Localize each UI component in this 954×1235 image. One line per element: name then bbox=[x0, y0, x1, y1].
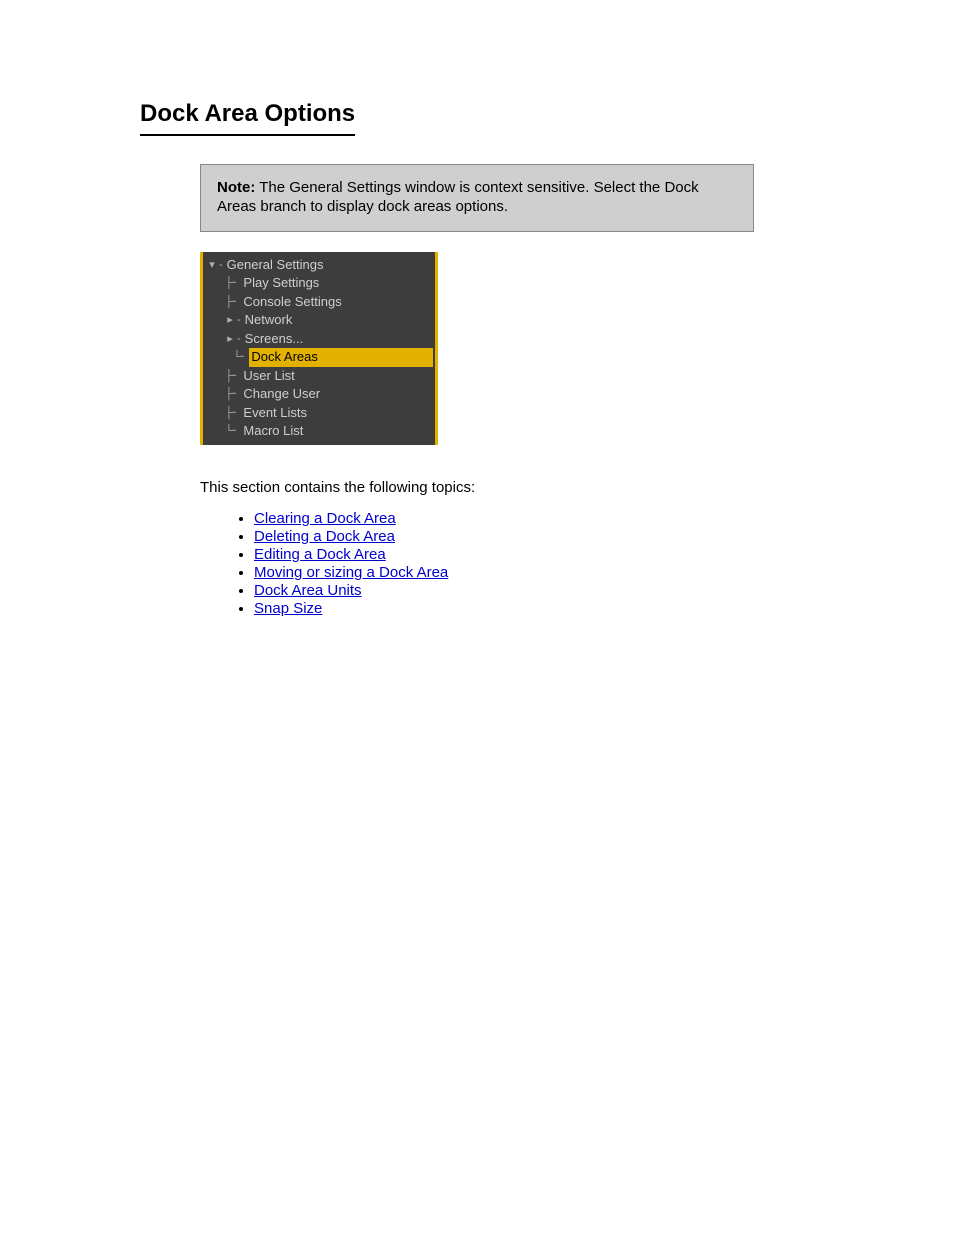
section-intro: This section contains the following topi… bbox=[200, 479, 834, 496]
list-item: Editing a Dock Area bbox=[254, 546, 834, 563]
link-deleting-dock-area[interactable]: Deleting a Dock Area bbox=[254, 528, 395, 545]
link-snap-size[interactable]: Snap Size bbox=[254, 600, 322, 617]
tree-item-user-list[interactable]: ├╴ User List bbox=[203, 367, 435, 386]
list-item: Moving or sizing a Dock Area bbox=[254, 564, 834, 581]
note-prefix: Note: bbox=[217, 179, 255, 196]
tree-item-play-settings[interactable]: ├╴ Play Settings bbox=[203, 274, 435, 293]
tree-item-console-settings[interactable]: ├╴ Console Settings bbox=[203, 293, 435, 312]
tree-item-label: Event Lists bbox=[241, 404, 309, 423]
tree-root-dash: - bbox=[219, 256, 223, 275]
tree-item-label: Screens... bbox=[243, 330, 306, 349]
tree-item-event-lists[interactable]: ├╴ Event Lists bbox=[203, 404, 435, 423]
branch-icon: ├╴ bbox=[225, 367, 239, 386]
tree-item-screens[interactable]: ▸ - Screens... bbox=[203, 330, 435, 349]
branch-icon: ├╴ bbox=[225, 404, 239, 423]
closed-arrow-icon: ▸ bbox=[225, 330, 235, 349]
tree-item-label: Macro List bbox=[241, 422, 305, 441]
list-item: Clearing a Dock Area bbox=[254, 510, 834, 527]
heading-dock-area-options: Dock Area Options bbox=[140, 100, 355, 136]
tree-item-macro-list[interactable]: └╴ Macro List bbox=[203, 422, 435, 441]
list-item: Deleting a Dock Area bbox=[254, 528, 834, 545]
branch-icon: ├╴ bbox=[225, 274, 239, 293]
tree-item-label: Network bbox=[243, 311, 295, 330]
tree-item-dock-areas[interactable]: └╴ Dock Areas bbox=[203, 348, 435, 367]
open-arrow-icon: ▾ bbox=[207, 256, 217, 275]
branch-icon: └╴ bbox=[225, 422, 239, 441]
tree-item-dash: - bbox=[237, 330, 241, 349]
list-item: Dock Area Units bbox=[254, 582, 834, 599]
tree-item-change-user[interactable]: ├╴ Change User bbox=[203, 385, 435, 404]
tree-item-label: User List bbox=[241, 367, 296, 386]
settings-tree: ▾ - General Settings ├╴ Play Settings ├╴… bbox=[200, 252, 438, 445]
closed-arrow-icon: ▸ bbox=[225, 311, 235, 330]
link-dock-area-units[interactable]: Dock Area Units bbox=[254, 582, 362, 599]
branch-icon: └╴ bbox=[233, 348, 247, 367]
tree-item-dash: - bbox=[237, 311, 241, 330]
tree-item-label: Change User bbox=[241, 385, 322, 404]
topic-links-list: Clearing a Dock Area Deleting a Dock Are… bbox=[230, 510, 834, 617]
tree-item-network[interactable]: ▸ - Network bbox=[203, 311, 435, 330]
link-clearing-dock-area[interactable]: Clearing a Dock Area bbox=[254, 510, 396, 527]
note-body: The General Settings window is context s… bbox=[217, 179, 699, 215]
tree-root[interactable]: ▾ - General Settings bbox=[203, 256, 435, 275]
link-moving-sizing-dock-area[interactable]: Moving or sizing a Dock Area bbox=[254, 564, 448, 581]
tree-item-label-selected: Dock Areas bbox=[249, 348, 433, 367]
branch-icon: ├╴ bbox=[225, 385, 239, 404]
branch-icon: ├╴ bbox=[225, 293, 239, 312]
tree-root-label: General Settings bbox=[225, 256, 326, 275]
tree-item-label: Play Settings bbox=[241, 274, 321, 293]
tree-item-label: Console Settings bbox=[241, 293, 343, 312]
note-box: Note: The General Settings window is con… bbox=[200, 164, 754, 232]
link-editing-dock-area[interactable]: Editing a Dock Area bbox=[254, 546, 386, 563]
list-item: Snap Size bbox=[254, 600, 834, 617]
